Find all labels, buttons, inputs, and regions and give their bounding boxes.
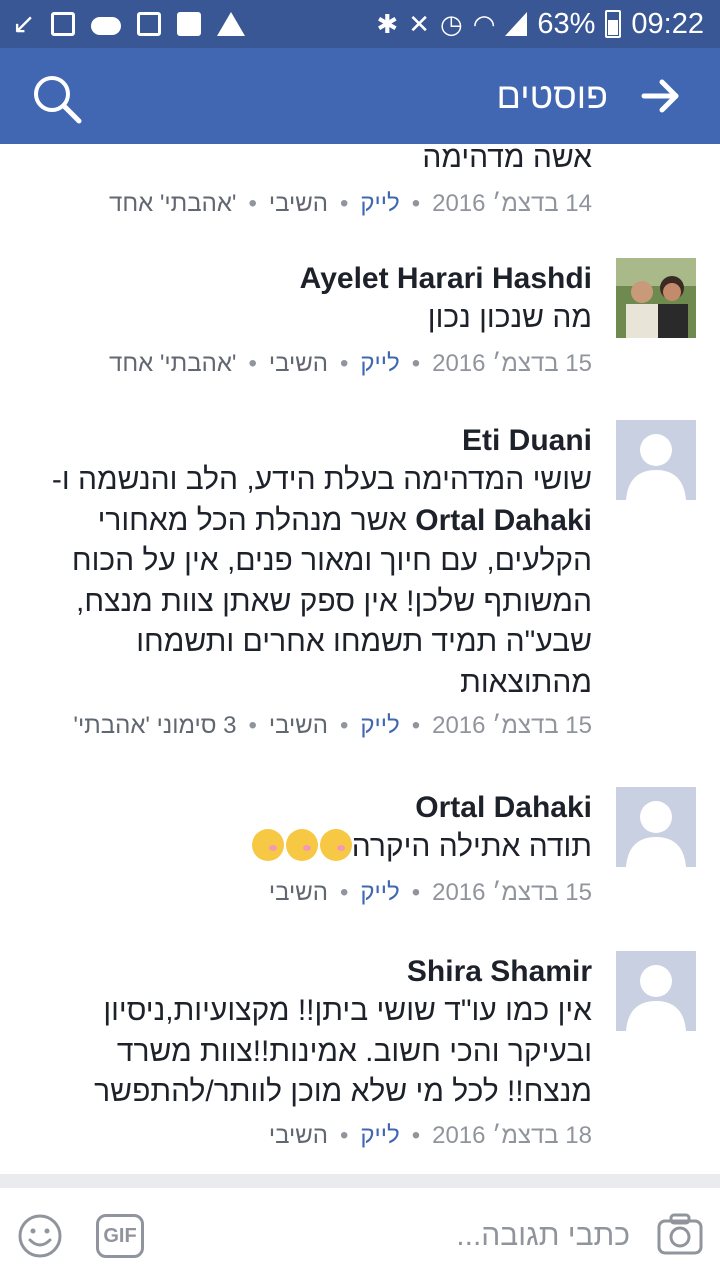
- commenter-name[interactable]: Shira Shamir: [24, 953, 592, 991]
- comment-line: המשותף שלכן! אין ספק שאתן צוות מנצח,: [76, 584, 592, 618]
- reply-composer: GIF: [0, 1188, 720, 1280]
- comment-line: מהתוצאות: [460, 665, 592, 699]
- avatar[interactable]: [616, 258, 696, 338]
- arrow-right-icon[interactable]: [640, 74, 684, 118]
- notification-icons: ↙: [12, 8, 246, 40]
- comment-line: Ortal Dahaki אשר מנהלת הכל מאחורי: [97, 503, 592, 537]
- comment-text: תודה אתילה היקרה: [24, 827, 592, 868]
- comment-text: שושי המדהימה בעלת הידע, הלב והנשמה ו- Or…: [24, 460, 592, 703]
- mention-link[interactable]: Ortal Dahaki: [415, 504, 592, 537]
- reply-button[interactable]: השיבי: [269, 350, 328, 377]
- comment-date: 14 בדצמ׳ 2016: [432, 189, 592, 217]
- battery-icon: [605, 10, 622, 38]
- gif-button[interactable]: GIF: [96, 1214, 144, 1258]
- page-title: פוסטים: [496, 75, 608, 116]
- kiss-emoji-icon: [285, 829, 318, 861]
- comment-date: 15 בדצמ׳ 2016: [432, 349, 592, 377]
- reply-button[interactable]: השיבי: [269, 1122, 328, 1149]
- comment-date: 18 בדצמ׳ 2016: [432, 1121, 592, 1149]
- comment-date: 15 בדצמ׳ 2016: [432, 712, 592, 739]
- comment-text: מה שנכון נכון: [427, 301, 592, 334]
- system-icons: ✱ ✕ ◷ ◠ 63% 09:22: [376, 6, 704, 42]
- comment-text: אשה מדהימה: [422, 144, 592, 174]
- camera-icon[interactable]: [656, 1212, 704, 1256]
- like-button[interactable]: לייק: [360, 1122, 399, 1149]
- commenter-name[interactable]: Eti Duani: [24, 422, 592, 460]
- reply-button[interactable]: השיבי: [269, 190, 328, 217]
- app-notification-icon: [177, 12, 202, 36]
- missed-call-icon: ↙: [12, 8, 36, 39]
- reaction-count[interactable]: 'אהבתי' אחד: [109, 350, 236, 377]
- comment-meta: 18 בדצמ׳ 2016•לייק•השיבי: [268, 1121, 592, 1149]
- divider: [0, 1174, 720, 1188]
- comment-date: 15 בדצמ׳ 2016: [432, 878, 592, 906]
- comment-meta: 15 בדצמ׳ 2016•לייק•השיבי•3 סימוני 'אהבתי…: [73, 712, 592, 739]
- comment-meta: 15 בדצמ׳ 2016•לייק•השיבי•'אהבתי' אחד: [109, 349, 592, 377]
- alarm-icon: ◷: [440, 9, 463, 39]
- comments-list: אשה מדהימה 14 בדצמ׳ 2016•לייק•השיבי•'אהב…: [0, 144, 720, 1174]
- warning-icon: [217, 12, 246, 36]
- comment-line: הקלעים, עם חיוך ומאור פנים, אין על הכוח: [71, 544, 592, 577]
- comment-line: שושי המדהימה בעלת הידע, הלב והנשמה ו-: [51, 463, 592, 496]
- commenter-name[interactable]: Ortal Dahaki: [24, 789, 592, 827]
- signal-icon: [505, 12, 528, 36]
- comment-line: אין כמו עו"ד שושי ביתן!! מקצועיות,ניסיון: [103, 994, 592, 1027]
- kiss-emoji-icon: [251, 829, 284, 861]
- battery-percent: 63%: [537, 8, 596, 40]
- search-icon[interactable]: [30, 72, 84, 126]
- commenter-name[interactable]: Ayelet Harari Hashdi: [24, 260, 592, 298]
- avatar[interactable]: [616, 420, 696, 500]
- smiley-icon[interactable]: [16, 1212, 64, 1260]
- kiss-emoji-icon: [319, 829, 352, 861]
- comment: Ortal Dahaki תודה אתילה היקרה 15 בדצמ׳ 2…: [0, 787, 720, 927]
- reaction-count[interactable]: 'אהבתי' אחד: [109, 190, 236, 217]
- comment-line: ובעיקר והכי חשוב. אמינות!!צוות משרד: [116, 1034, 592, 1068]
- clock: 09:22: [631, 8, 704, 40]
- mute-icon: ✕: [408, 9, 430, 39]
- screenshot-icon: [137, 12, 162, 36]
- comment: Eti Duani שושי המדהימה בעלת הידע, הלב וה…: [0, 420, 720, 760]
- reply-button[interactable]: השיבי: [269, 879, 328, 906]
- comment-meta: 14 בדצמ׳ 2016•לייק•השיבי•'אהבתי' אחד: [109, 189, 592, 217]
- like-button[interactable]: לייק: [360, 190, 399, 217]
- comment: Shira Shamir אין כמו עו"ד שושי ביתן!! מק…: [0, 951, 720, 1171]
- gallery-icon: [51, 12, 76, 36]
- wifi-icon: ◠: [472, 9, 496, 39]
- avatar[interactable]: [616, 951, 696, 1031]
- comment-line: שבע"ה תמיד תשמחו אחרים ותשמחו: [136, 625, 592, 658]
- status-bar: ↙ ✱ ✕ ◷ ◠ 63% 09:22: [0, 0, 720, 48]
- comment-text: אין כמו עו"ד שושי ביתן!! מקצועיות,ניסיון…: [24, 991, 592, 1113]
- comment-meta: 15 בדצמ׳ 2016•לייק•השיבי: [268, 878, 592, 906]
- reaction-count[interactable]: 3 סימוני 'אהבתי': [73, 712, 236, 739]
- like-button[interactable]: לייק: [360, 350, 399, 377]
- comment: אשה מדהימה 14 בדצמ׳ 2016•לייק•השיבי•'אהב…: [0, 144, 720, 228]
- like-button[interactable]: לייק: [360, 879, 399, 906]
- cloud-icon: [91, 17, 122, 35]
- bluetooth-icon: ✱: [376, 9, 399, 39]
- app-bar: פוסטים: [0, 48, 720, 144]
- avatar[interactable]: [616, 787, 696, 867]
- reply-button[interactable]: השיבי: [269, 712, 328, 739]
- comment: Ayelet Harari Hashdi מה שנכון נכון 15 בד…: [0, 258, 720, 398]
- comment-line: מנצח!! לכל מי שלא מוכן לוותר/להתפשר: [94, 1075, 592, 1108]
- like-button[interactable]: לייק: [360, 712, 399, 739]
- reply-input[interactable]: [170, 1208, 630, 1264]
